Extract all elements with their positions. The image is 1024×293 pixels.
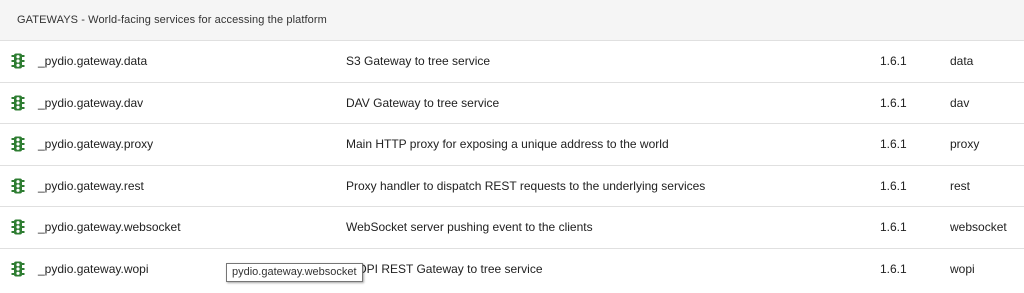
service-tag: dav	[950, 95, 970, 110]
service-version: 1.6.1	[880, 137, 907, 152]
service-name: _pydio.gateway.dav	[38, 95, 144, 110]
service-description: S3 Gateway to tree service	[346, 54, 491, 69]
traffic-light-icon	[11, 261, 25, 277]
service-row[interactable]: _pydio.gateway.wopi WOPI REST Gateway to…	[0, 249, 1024, 291]
service-row[interactable]: _pydio.gateway.data S3 Gateway to tree s…	[0, 41, 1024, 83]
traffic-light-icon	[11, 95, 25, 111]
service-name: _pydio.gateway.data	[38, 54, 148, 69]
service-version: 1.6.1	[880, 178, 907, 193]
traffic-light-icon	[11, 178, 25, 194]
service-name: _pydio.gateway.websocket	[38, 220, 181, 235]
service-version: 1.6.1	[880, 54, 907, 69]
traffic-light-icon	[11, 53, 25, 69]
service-tag: wopi	[950, 262, 975, 277]
service-version: 1.6.1	[880, 220, 907, 235]
service-list: _pydio.gateway.data S3 Gateway to tree s…	[0, 41, 1024, 290]
service-description: Proxy handler to dispatch REST requests …	[346, 178, 706, 193]
service-row[interactable]: _pydio.gateway.proxy Main HTTP proxy for…	[0, 124, 1024, 166]
service-tag: websocket	[950, 220, 1007, 235]
tooltip: pydio.gateway.websocket	[226, 263, 363, 282]
service-tag: rest	[950, 178, 971, 193]
service-row[interactable]: _pydio.gateway.dav DAV Gateway to tree s…	[0, 83, 1024, 124]
service-description: WebSocket server pushing event to the cl…	[346, 220, 593, 235]
service-tag: data	[950, 54, 974, 69]
service-row[interactable]: _pydio.gateway.websocket WebSocket serve…	[0, 207, 1024, 249]
service-name: _pydio.gateway.rest	[38, 178, 144, 193]
group-title: GATEWAYS - World-facing services for acc…	[17, 14, 327, 26]
service-description: DAV Gateway to tree service	[346, 95, 500, 110]
service-tag: proxy	[950, 137, 980, 152]
service-version: 1.6.1	[880, 262, 907, 277]
service-row[interactable]: _pydio.gateway.rest Proxy handler to dis…	[0, 166, 1024, 207]
service-description: Main HTTP proxy for exposing a unique ad…	[346, 137, 669, 152]
traffic-light-icon	[11, 219, 25, 235]
service-name: _pydio.gateway.wopi	[38, 262, 149, 277]
traffic-light-icon	[11, 136, 25, 152]
service-name: _pydio.gateway.proxy	[38, 137, 154, 152]
service-version: 1.6.1	[880, 95, 907, 110]
service-description: WOPI REST Gateway to tree service	[346, 262, 543, 277]
group-header-gateways: GATEWAYS - World-facing services for acc…	[0, 0, 1024, 41]
